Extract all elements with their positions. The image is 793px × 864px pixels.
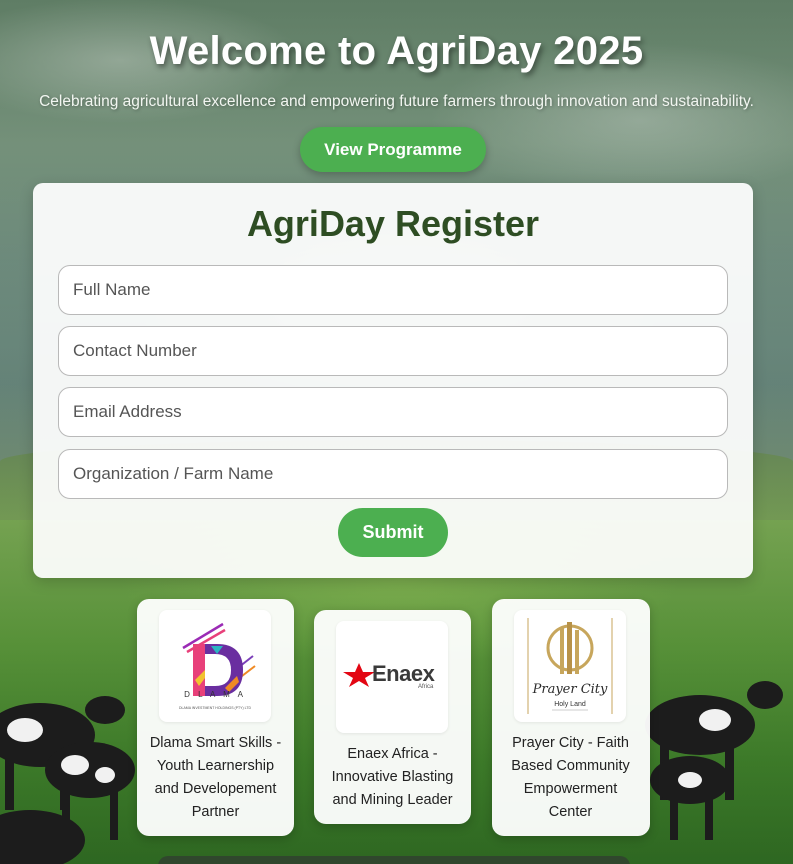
partner-description: Dlama Smart Skills - Youth Learnership a… (149, 735, 282, 820)
register-title: AgriDay Register (246, 203, 540, 244)
enaex-star-icon (343, 663, 375, 687)
hero-subtitle: Celebrating agricultural excellence and … (39, 93, 754, 110)
email-address-input[interactable] (58, 387, 728, 437)
enaex-logo-small: Africa (418, 684, 434, 690)
dlama-logo: D L A M A DLAMA INVESTMENT HOLDINGS (PTY… (159, 610, 271, 722)
partner-card-dlama[interactable]: D L A M A DLAMA INVESTMENT HOLDINGS (PTY… (137, 599, 294, 836)
dlama-logo-small: DLAMA INVESTMENT HOLDINGS (PTY) LTD (178, 706, 252, 710)
prayer-city-logo: Prayer City Holy Land (514, 610, 626, 722)
partner-description: Enaex Africa - Innovative Blasting and M… (331, 746, 454, 808)
enaex-logo: Enaex Africa (336, 621, 448, 733)
prayer-city-logo-text: Prayer City (532, 682, 608, 697)
register-form-card: AgriDay Register Submit (33, 183, 753, 578)
partner-card-enaex[interactable]: Enaex Africa Enaex Africa - Innovative B… (314, 610, 471, 824)
submit-button[interactable]: Submit (338, 508, 448, 557)
dlama-logo-graphic (182, 622, 256, 696)
partner-card-prayer-city[interactable]: Prayer City Holy Land Prayer City - Fait… (492, 599, 650, 836)
organization-farm-name-input[interactable] (58, 449, 728, 499)
dlama-logo-text: D L A M A (184, 690, 246, 699)
hero-title: Welcome to AgriDay 2025 (149, 29, 644, 73)
partner-description: Prayer City - Faith Based Community Empo… (511, 735, 630, 820)
full-name-input[interactable] (58, 265, 728, 315)
view-programme-button[interactable]: View Programme (300, 127, 486, 172)
bottom-bar (158, 856, 630, 864)
prayer-city-logo-small: Holy Land (554, 701, 586, 708)
contact-number-input[interactable] (58, 326, 728, 376)
